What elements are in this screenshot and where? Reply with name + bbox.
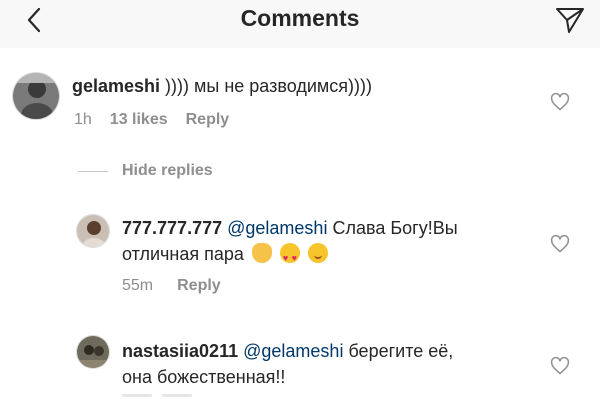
ok-hand-emoji [251,243,272,263]
like-heart-icon[interactable] [550,234,570,254]
divider-line [78,170,108,172]
avatar[interactable] [76,335,110,369]
reply-text: 777.777.777 @gelameshi Слава Богу!Вы отл… [122,215,542,271]
reply-body-line2: она божественная!! [122,367,286,387]
comment-username[interactable]: gelameshi [72,76,160,96]
page-title: Comments [240,5,360,31]
reply-body-line1: Слава Богу!Вы [327,218,458,238]
share-button[interactable] [550,3,590,37]
reply-button[interactable]: Reply [177,277,221,295]
reply-username[interactable]: nastasiia0211 [122,341,238,361]
heart-eyes-emoji [279,243,300,271]
comment-time: 1h [74,111,92,128]
comment-body: )))) мы не разводимся)))) [160,76,372,96]
avatar-photo [13,73,59,119]
paper-plane-icon [556,8,584,33]
comment-likes[interactable]: 13 likes [110,111,168,129]
reply-body-line2: отличная пара [122,244,244,264]
reply-meta: 55m Reply [122,277,221,295]
hugging-face-emoji [307,243,328,263]
reply-meta-cutoff [122,394,242,400]
mention-link[interactable]: @gelameshi [227,218,327,238]
comment-text: gelameshi )))) мы не разводимся)))) [72,73,372,99]
reply-text: nastasiia0211 @gelameshi берегите её, он… [122,338,542,390]
comment-meta: 1h 13 likes Reply [74,111,229,129]
mention-link[interactable]: @gelameshi [243,341,343,361]
avatar[interactable] [12,72,60,120]
reply-username[interactable]: 777.777.777 [122,218,222,238]
reply-button[interactable]: Reply [186,111,230,129]
avatar-photo [77,215,109,247]
avatar-photo [77,336,109,368]
hide-replies-label: Hide replies [122,162,213,179]
like-heart-icon[interactable] [550,92,570,112]
reply-body-line1: берегите её, [343,341,454,361]
cutoff-text [162,394,192,397]
like-heart-icon[interactable] [550,356,570,376]
reply-time: 55m [122,277,154,294]
hide-replies-button[interactable]: Hide replies [78,162,213,180]
header-bar: Comments [0,0,600,48]
avatar[interactable] [76,214,110,248]
cutoff-text [122,394,152,397]
